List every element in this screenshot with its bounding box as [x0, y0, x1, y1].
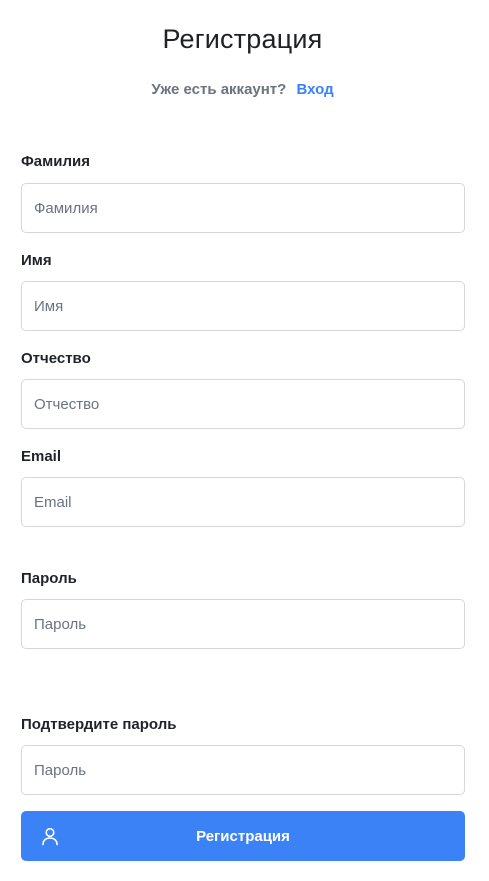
page-title: Регистрация [162, 24, 323, 54]
middle-name-input[interactable] [21, 379, 465, 429]
last-name-input[interactable] [21, 183, 465, 233]
first-name-input[interactable] [21, 281, 465, 331]
email-input[interactable] [21, 477, 465, 527]
login-prompt-text: Уже есть аккаунт? [151, 81, 287, 98]
email-label: Email [21, 448, 62, 465]
middle-name-label: Отчество [21, 350, 91, 367]
first-name-label: Имя [21, 252, 52, 269]
password-input[interactable] [21, 599, 465, 649]
login-prompt-row: Уже есть аккаунт? Вход [0, 81, 485, 98]
register-button[interactable]: Регистрация [21, 811, 465, 861]
login-link[interactable]: Вход [297, 81, 334, 98]
last-name-label: Фамилия [21, 153, 90, 170]
confirm-password-label: Подтвердите пароль [21, 716, 177, 733]
user-icon [40, 826, 60, 846]
password-label: Пароль [21, 570, 77, 587]
register-button-label: Регистрация [196, 827, 290, 845]
confirm-password-input[interactable] [21, 745, 465, 795]
